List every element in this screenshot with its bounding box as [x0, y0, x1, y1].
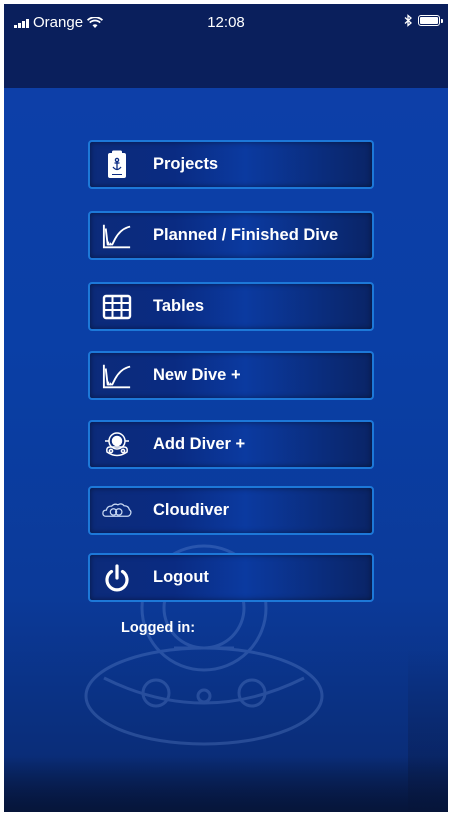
dive-profile-icon — [102, 361, 132, 391]
tables-label: Tables — [153, 297, 205, 315]
status-row: Orange 12:08 — [4, 14, 448, 34]
new-dive-label: New Dive + — [153, 366, 241, 384]
bluetooth-icon — [404, 14, 412, 27]
battery-icon — [418, 15, 443, 26]
power-icon — [102, 563, 132, 593]
cloud-icon — [102, 496, 132, 526]
bottom-shade — [4, 757, 448, 812]
status-bar: Orange 12:08 — [4, 4, 448, 88]
status-right-icons — [404, 14, 443, 27]
cloudiver-label: Cloudiver — [153, 501, 230, 519]
cloudiver-button[interactable]: Cloudiver — [88, 486, 374, 535]
add-diver-label: Add Diver + — [153, 435, 246, 453]
planned-finished-dive-label: Planned / Finished Dive — [153, 226, 339, 244]
main-screen: Projects Planned / Finished Dive Tables — [4, 88, 448, 812]
planned-finished-dive-button[interactable]: Planned / Finished Dive — [88, 211, 374, 260]
table-grid-icon — [102, 292, 132, 322]
logout-label: Logout — [153, 568, 209, 586]
logout-button[interactable]: Logout — [88, 553, 374, 602]
project-anchor-icon — [102, 150, 132, 180]
logged-in-label: Logged in: — [121, 620, 196, 636]
clock-time: 12:08 — [207, 14, 245, 31]
tables-button[interactable]: Tables — [88, 282, 374, 331]
add-diver-button[interactable]: Add Diver + — [88, 420, 374, 469]
new-dive-button[interactable]: New Dive + — [88, 351, 374, 400]
diver-helmet-icon — [102, 430, 132, 460]
dive-profile-icon — [102, 221, 132, 251]
projects-label: Projects — [153, 155, 219, 173]
projects-button[interactable]: Projects — [88, 140, 374, 189]
